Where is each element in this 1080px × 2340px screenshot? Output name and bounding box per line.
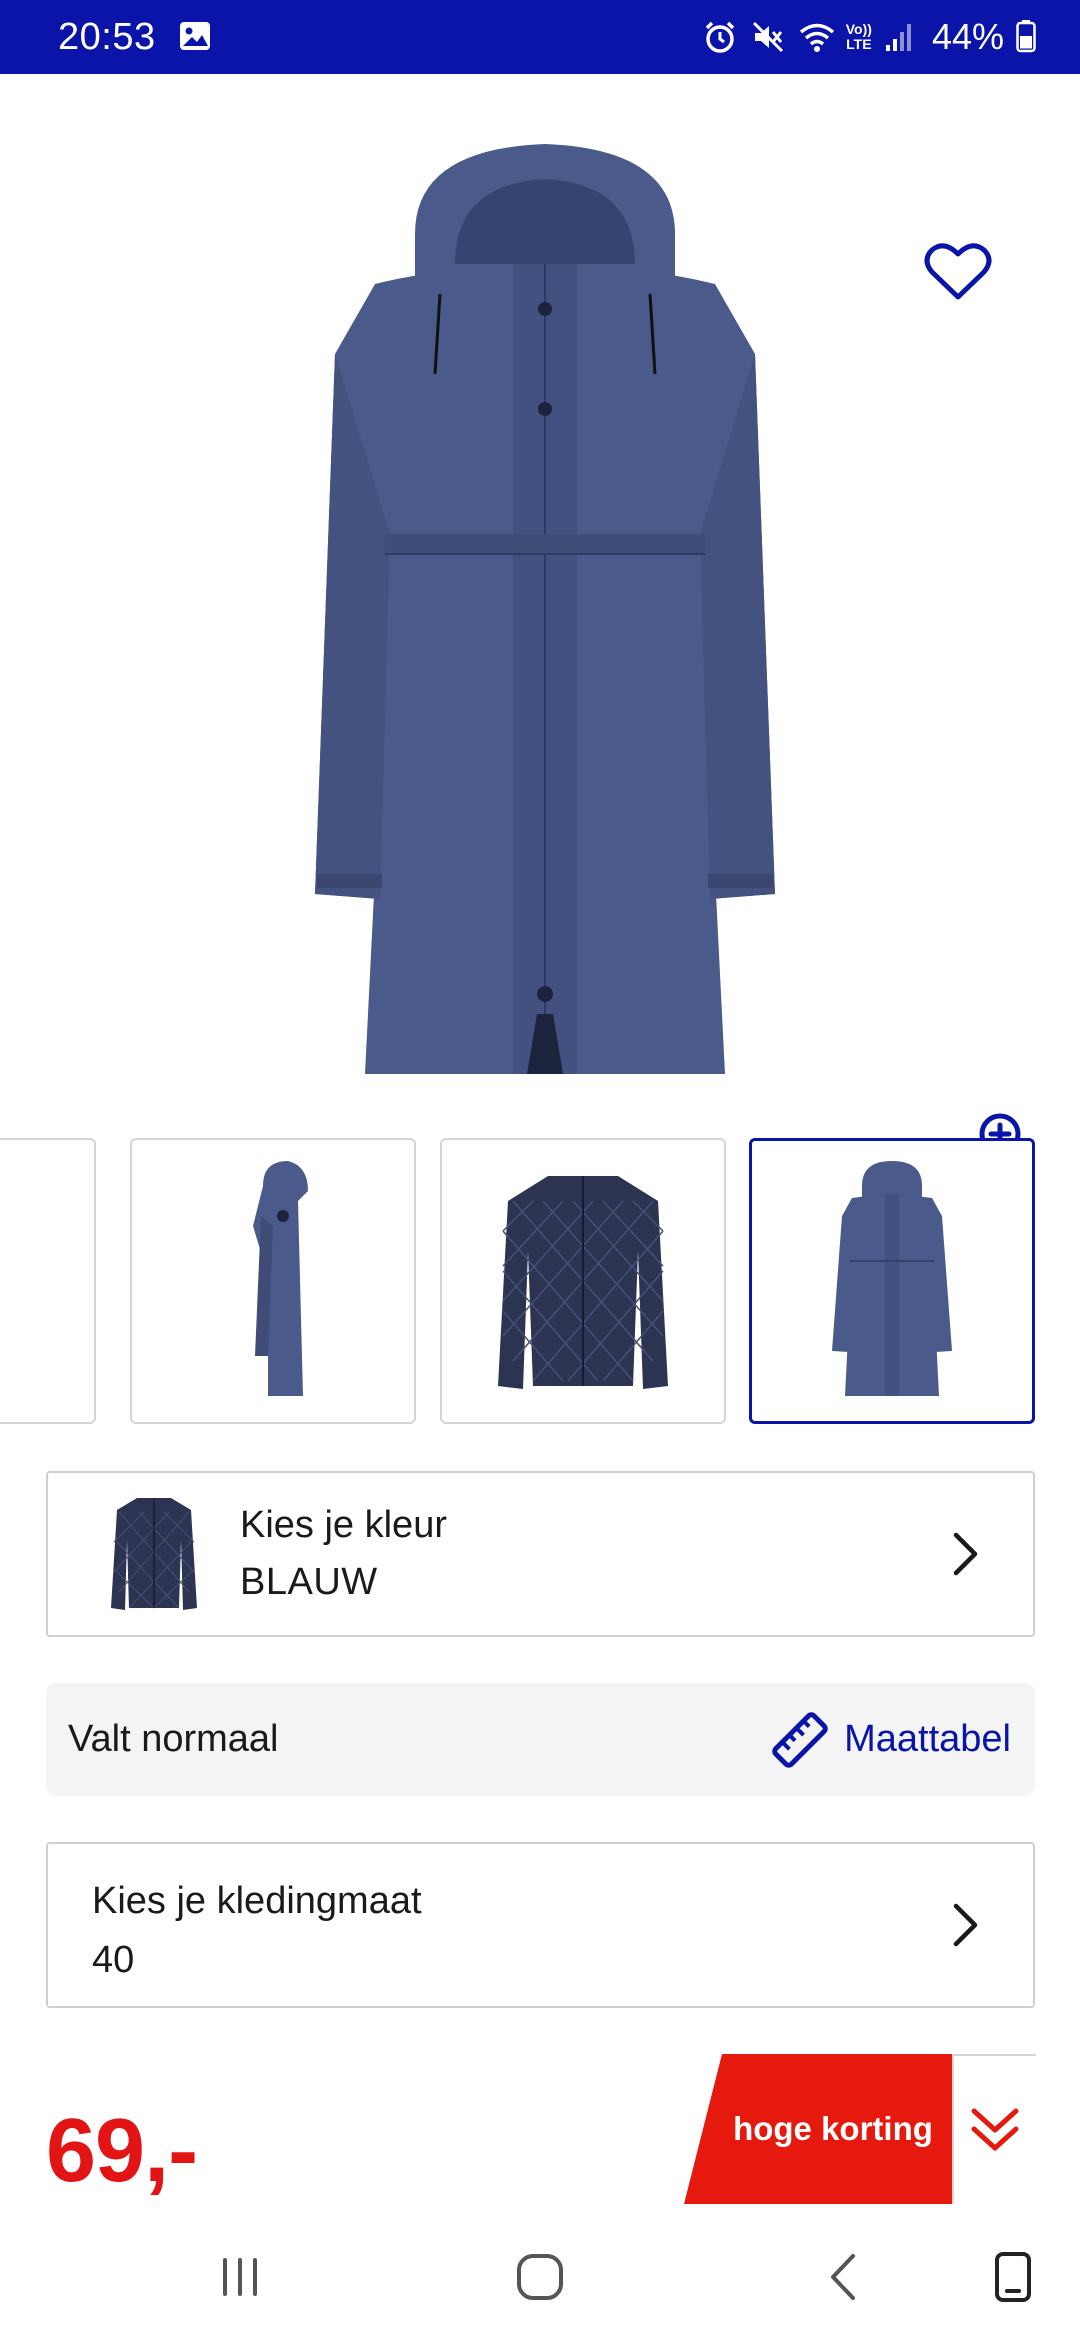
heart-outline-icon xyxy=(924,243,992,300)
volte-label-top: Vo)) xyxy=(845,21,872,37)
thumbnail-coat-side[interactable] xyxy=(130,1138,416,1424)
size-texts: Kies je kledingmaat 40 xyxy=(92,1880,422,1982)
screen: 20:53 Vo)) LTE 44% Kies je kleur BLAUW V… xyxy=(0,0,1080,2340)
color-swatch-image xyxy=(104,1489,204,1619)
promo-label: hoge korting xyxy=(733,2110,933,2147)
size-chart-link[interactable]: Maattabel xyxy=(770,1710,1011,1770)
status-time: 20:53 xyxy=(58,15,156,58)
coat-image xyxy=(315,144,775,1074)
thumbnail-quilted-jacket[interactable] xyxy=(440,1138,726,1424)
status-right: Vo)) LTE 44% xyxy=(702,16,1038,58)
price: 69,- xyxy=(46,2101,198,2201)
fit-info-row: Valt normaal Maattabel xyxy=(46,1683,1035,1796)
color-value: BLAUW xyxy=(240,1561,378,1603)
recents-icon xyxy=(223,2258,257,2296)
status-bar: 20:53 Vo)) LTE 44% xyxy=(0,0,1080,74)
home-button[interactable] xyxy=(505,2242,575,2312)
promo-expand-button[interactable] xyxy=(952,2054,1036,2204)
size-chart-label: Maattabel xyxy=(844,1718,1011,1760)
size-label: Kies je kledingmaat xyxy=(92,1880,422,1922)
screen-button[interactable] xyxy=(978,2242,1048,2312)
favorite-button[interactable] xyxy=(918,232,998,312)
chevron-right-icon xyxy=(953,1532,978,1576)
mute-icon xyxy=(750,19,786,55)
size-value: 40 xyxy=(92,1939,135,1981)
color-texts: Kies je kleur BLAUW xyxy=(240,1504,447,1604)
thumbnail-partial[interactable] xyxy=(0,1138,96,1424)
back-icon xyxy=(831,2254,855,2300)
volte-label-bottom: LTE xyxy=(846,36,872,52)
wifi-icon xyxy=(798,19,834,55)
volte-icon: Vo)) LTE xyxy=(846,22,872,52)
battery-percent: 44% xyxy=(931,16,1004,57)
recents-button[interactable] xyxy=(205,2242,275,2312)
color-selector[interactable]: Kies je kleur BLAUW xyxy=(46,1471,1035,1637)
battery-icon xyxy=(1016,19,1038,55)
product-image-area[interactable] xyxy=(0,74,1080,1166)
navigation-bar xyxy=(0,2204,1080,2340)
signal-icon xyxy=(884,19,920,55)
thumbnail-coat-front[interactable] xyxy=(749,1138,1035,1424)
back-button[interactable] xyxy=(808,2242,878,2312)
screen-icon xyxy=(995,2252,1031,2302)
coat-side-view xyxy=(253,1161,308,1396)
promo-badge[interactable]: hoge korting xyxy=(684,2054,954,2204)
status-left: 20:53 xyxy=(58,16,214,59)
ruler-icon xyxy=(772,1711,828,1768)
double-chevron-down-icon xyxy=(971,2108,1019,2151)
gallery-icon xyxy=(178,19,214,55)
color-label: Kies je kleur xyxy=(240,1504,447,1546)
fit-text: Valt normaal xyxy=(68,1718,279,1760)
coat-front-view xyxy=(832,1161,952,1396)
quilted-inner-jacket xyxy=(498,1176,668,1389)
thumbnail-strip[interactable] xyxy=(0,1138,1080,1426)
chevron-right-icon xyxy=(953,1903,978,1947)
alarm-icon xyxy=(702,19,738,55)
size-selector[interactable]: Kies je kledingmaat 40 xyxy=(46,1842,1035,2008)
home-icon xyxy=(517,2254,563,2300)
